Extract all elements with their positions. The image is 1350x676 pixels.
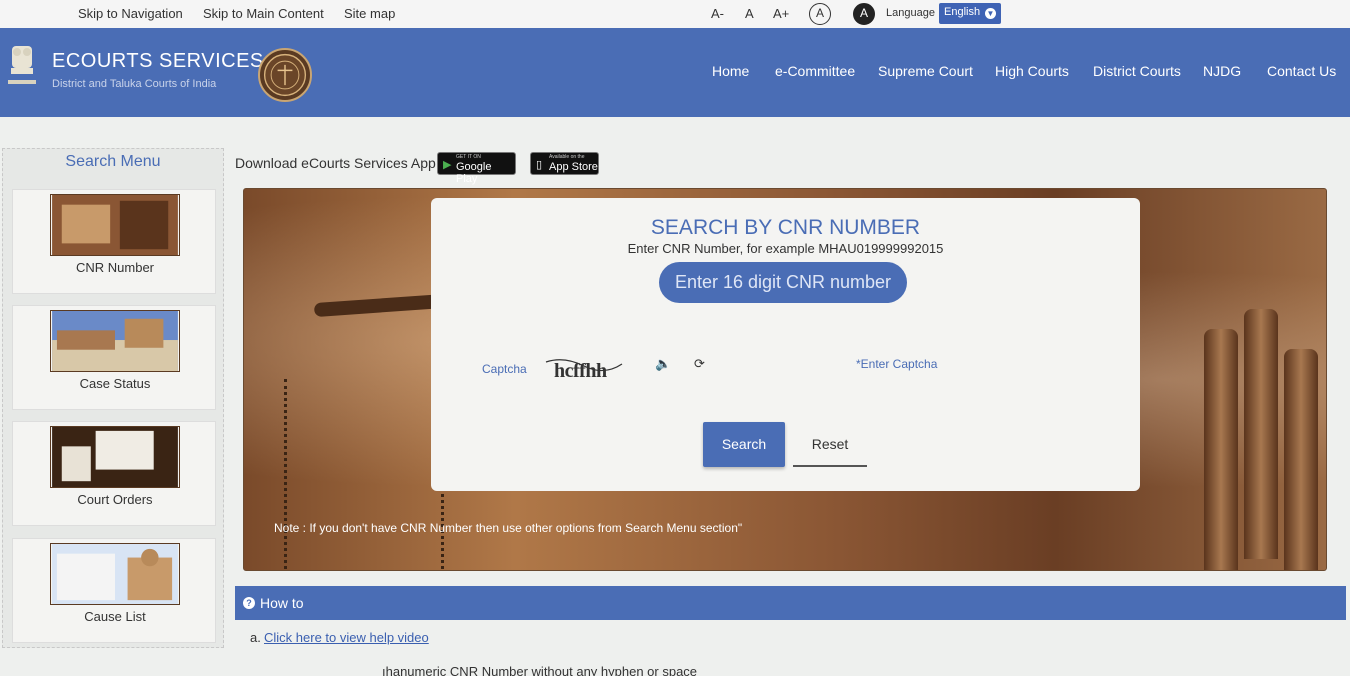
sidebar-item-label: Cause List bbox=[84, 609, 146, 624]
search-card-title: SEARCH BY CNR NUMBER bbox=[650, 216, 921, 239]
court-orders-thumbnail bbox=[50, 426, 180, 488]
how-to-section-header[interactable]: ? How to bbox=[235, 586, 1346, 620]
skip-to-navigation-link[interactable]: Skip to Navigation bbox=[78, 6, 183, 21]
help-item-prefix: a. bbox=[250, 630, 261, 645]
google-play-big-text: Google Play bbox=[456, 161, 492, 185]
font-normal-button[interactable]: A bbox=[745, 6, 754, 21]
book-decoration bbox=[1284, 349, 1318, 570]
contrast-dark-button[interactable]: A bbox=[853, 3, 875, 25]
search-button[interactable]: Search bbox=[703, 422, 785, 467]
top-utility-bar: Skip to Navigation Skip to Main Content … bbox=[0, 0, 1350, 28]
book-decoration bbox=[1244, 309, 1278, 559]
nav-e-committee[interactable]: e-Committee bbox=[775, 63, 855, 79]
sidebar-item-cause-list[interactable]: Cause List bbox=[12, 538, 216, 643]
captcha-text: hcffhh bbox=[554, 360, 607, 382]
app-store-small-text: Available on the bbox=[549, 154, 585, 160]
ecourts-seal-icon bbox=[258, 48, 312, 102]
skip-to-main-content-link[interactable]: Skip to Main Content bbox=[203, 6, 324, 21]
app-store-big-text: App Store bbox=[549, 161, 598, 173]
sidebar-item-label: Case Status bbox=[79, 376, 151, 391]
play-store-icon: ▶ bbox=[443, 159, 452, 171]
language-select[interactable]: English ▼ bbox=[939, 3, 1001, 24]
sidebar-item-label: CNR Number bbox=[75, 260, 154, 275]
font-increase-button[interactable]: A+ bbox=[773, 6, 789, 21]
cnr-number-thumbnail bbox=[50, 194, 180, 256]
site-subtitle: District and Taluka Courts of India bbox=[52, 78, 217, 90]
sidebar-item-court-orders[interactable]: Court Orders bbox=[12, 421, 216, 526]
hero-note: Note : If you don't have CNR Number then… bbox=[274, 521, 743, 535]
google-play-small-text: GET IT ON bbox=[456, 154, 481, 160]
nav-njdg[interactable]: NJDG bbox=[1203, 63, 1241, 79]
google-play-badge[interactable]: ▶ GET IT ON Google Play bbox=[437, 152, 516, 185]
contrast-light-button[interactable]: A bbox=[809, 3, 831, 25]
case-status-thumbnail bbox=[50, 310, 180, 372]
help-video-link[interactable]: Click here to view help video bbox=[264, 630, 429, 645]
how-to-title: How to bbox=[260, 595, 304, 611]
cnr-format-tip: ıhanumeric CNR Number without any hyphen… bbox=[382, 664, 698, 676]
font-decrease-button[interactable]: A- bbox=[711, 6, 724, 21]
cnr-number-input[interactable] bbox=[659, 262, 907, 303]
chevron-down-icon: ▼ bbox=[985, 8, 996, 19]
search-menu-sidebar: Search Menu CNR Number Case Status Court… bbox=[2, 148, 224, 648]
sidebar-item-label: Court Orders bbox=[77, 492, 153, 507]
app-store-badge[interactable]: ▯ Available on the App Store bbox=[530, 152, 599, 175]
sidebar-item-cnr-number[interactable]: CNR Number bbox=[12, 189, 216, 294]
refresh-icon[interactable]: ⟳ bbox=[694, 356, 705, 372]
nav-supreme-court[interactable]: Supreme Court bbox=[878, 63, 973, 79]
national-emblem-icon bbox=[8, 46, 36, 84]
speaker-icon[interactable]: 🔈 bbox=[655, 356, 671, 372]
captcha-image: hcffhh bbox=[545, 359, 623, 382]
nav-district-courts[interactable]: District Courts bbox=[1093, 63, 1181, 79]
question-icon: ? bbox=[243, 597, 255, 609]
language-label: Language bbox=[886, 7, 935, 19]
reset-button[interactable]: Reset bbox=[793, 422, 867, 467]
sitemap-link[interactable]: Site map bbox=[344, 6, 395, 21]
cnr-search-card: SEARCH BY CNR NUMBER Enter CNR Number, f… bbox=[431, 198, 1140, 491]
site-title: ECOURTS SERVICES bbox=[52, 50, 264, 72]
language-value: English bbox=[944, 6, 981, 18]
scale-chain-decoration bbox=[284, 379, 444, 569]
search-card-hint: Enter CNR Number, for example MHAU019999… bbox=[627, 241, 944, 256]
cause-list-thumbnail bbox=[50, 543, 180, 605]
download-app-text: Download eCourts Services App : bbox=[235, 155, 444, 171]
site-header: ECOURTS SERVICES District and Taluka Cou… bbox=[0, 28, 1350, 117]
search-menu-title: Search Menu bbox=[65, 153, 161, 170]
nav-high-courts[interactable]: High Courts bbox=[995, 63, 1069, 79]
nav-home[interactable]: Home bbox=[712, 63, 749, 79]
captcha-label: Captcha bbox=[482, 362, 527, 376]
apple-icon: ▯ bbox=[536, 159, 543, 171]
sidebar-item-case-status[interactable]: Case Status bbox=[12, 305, 216, 410]
captcha-input[interactable] bbox=[856, 353, 1006, 375]
nav-contact-us[interactable]: Contact Us bbox=[1267, 63, 1336, 79]
book-decoration bbox=[1204, 329, 1238, 570]
